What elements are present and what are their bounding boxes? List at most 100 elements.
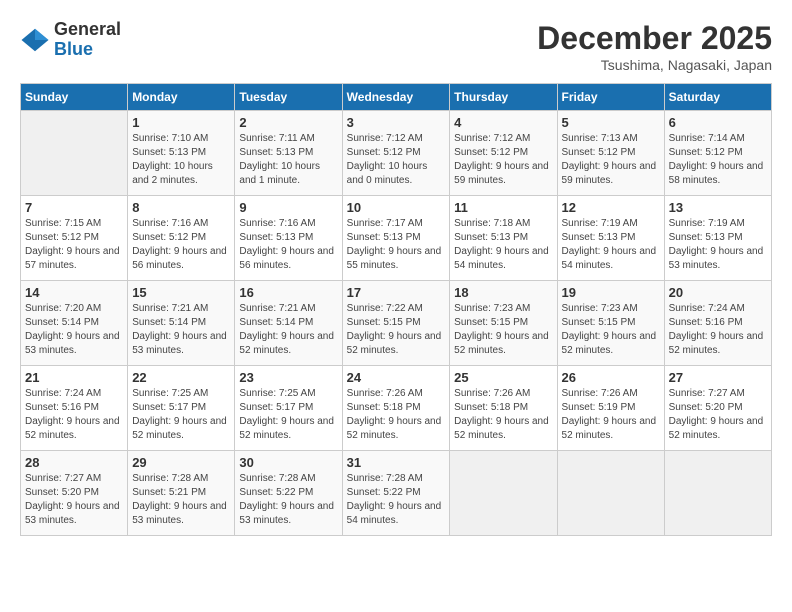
calendar-cell: 17 Sunrise: 7:22 AMSunset: 5:15 PMDayligh… [342,281,450,366]
day-number: 25 [454,370,552,385]
calendar-cell: 12 Sunrise: 7:19 AMSunset: 5:13 PMDayligh… [557,196,664,281]
calendar-cell [664,451,771,536]
day-info: Sunrise: 7:28 AMSunset: 5:22 PMDaylight:… [239,472,337,528]
day-info: Sunrise: 7:24 AMSunset: 5:16 PMDaylight:… [25,387,123,443]
logo: General Blue [20,20,121,60]
month-title: December 2025 [537,20,772,57]
day-info: Sunrise: 7:26 AMSunset: 5:18 PMDaylight:… [347,387,446,443]
day-number: 14 [25,285,123,300]
day-info: Sunrise: 7:13 AMSunset: 5:12 PMDaylight:… [562,132,660,188]
day-number: 6 [669,115,767,130]
calendar-cell: 30 Sunrise: 7:28 AMSunset: 5:22 PMDayligh… [235,451,342,536]
day-number: 21 [25,370,123,385]
day-number: 23 [239,370,337,385]
day-number: 11 [454,200,552,215]
day-info: Sunrise: 7:27 AMSunset: 5:20 PMDaylight:… [25,472,123,528]
calendar-cell: 22Sunrise: 7:25 AMSunset: 5:17 PMDayligh… [128,366,235,451]
calendar-cell: 21 Sunrise: 7:24 AMSunset: 5:16 PMDayligh… [21,366,128,451]
location: Tsushima, Nagasaki, Japan [537,57,772,73]
weekday-header: Friday [557,84,664,111]
day-info: Sunrise: 7:21 AMSunset: 5:14 PMDaylight:… [132,302,230,358]
day-number: 24 [347,370,446,385]
calendar-cell: 31Sunrise: 7:28 AMSunset: 5:22 PMDayligh… [342,451,450,536]
calendar-cell: 13 Sunrise: 7:19 AMSunset: 5:13 PMDayligh… [664,196,771,281]
calendar-week-row: 14Sunrise: 7:20 AMSunset: 5:14 PMDayligh… [21,281,772,366]
day-number: 12 [562,200,660,215]
calendar-cell: 24 Sunrise: 7:26 AMSunset: 5:18 PMDayligh… [342,366,450,451]
weekday-header: Thursday [450,84,557,111]
calendar-week-row: 7 Sunrise: 7:15 AMSunset: 5:12 PMDaylight… [21,196,772,281]
day-number: 8 [132,200,230,215]
day-info: Sunrise: 7:23 AMSunset: 5:15 PMDaylight:… [454,302,552,358]
calendar-week-row: 28Sunrise: 7:27 AMSunset: 5:20 PMDayligh… [21,451,772,536]
day-info: Sunrise: 7:25 AMSunset: 5:17 PMDaylight:… [239,387,337,443]
calendar-cell: 28Sunrise: 7:27 AMSunset: 5:20 PMDayligh… [21,451,128,536]
day-number: 1 [132,115,230,130]
day-info: Sunrise: 7:15 AMSunset: 5:12 PMDaylight:… [25,217,123,273]
day-number: 13 [669,200,767,215]
day-number: 22 [132,370,230,385]
weekday-header-row: SundayMondayTuesdayWednesdayThursdayFrid… [21,84,772,111]
logo-general: General [54,20,121,40]
day-info: Sunrise: 7:27 AMSunset: 5:20 PMDaylight:… [669,387,767,443]
day-info: Sunrise: 7:26 AMSunset: 5:18 PMDaylight:… [454,387,552,443]
calendar-cell: 10 Sunrise: 7:17 AMSunset: 5:13 PMDayligh… [342,196,450,281]
calendar-cell: 29 Sunrise: 7:28 AMSunset: 5:21 PMDayligh… [128,451,235,536]
calendar: SundayMondayTuesdayWednesdayThursdayFrid… [20,83,772,536]
day-info: Sunrise: 7:28 AMSunset: 5:21 PMDaylight:… [132,472,230,528]
calendar-cell: 27 Sunrise: 7:27 AMSunset: 5:20 PMDayligh… [664,366,771,451]
day-info: Sunrise: 7:12 AMSunset: 5:12 PMDaylight:… [347,132,446,188]
weekday-header: Monday [128,84,235,111]
calendar-cell: 6Sunrise: 7:14 AMSunset: 5:12 PMDaylight… [664,111,771,196]
day-number: 29 [132,455,230,470]
weekday-header: Wednesday [342,84,450,111]
calendar-cell: 25 Sunrise: 7:26 AMSunset: 5:18 PMDayligh… [450,366,557,451]
day-info: Sunrise: 7:19 AMSunset: 5:13 PMDaylight:… [669,217,767,273]
day-info: Sunrise: 7:28 AMSunset: 5:22 PMDaylight:… [347,472,446,528]
day-info: Sunrise: 7:11 AMSunset: 5:13 PMDaylight:… [239,132,337,188]
day-number: 26 [562,370,660,385]
day-info: Sunrise: 7:16 AMSunset: 5:12 PMDaylight:… [132,217,230,273]
calendar-cell: 5Sunrise: 7:13 AMSunset: 5:12 PMDaylight… [557,111,664,196]
day-info: Sunrise: 7:24 AMSunset: 5:16 PMDaylight:… [669,302,767,358]
calendar-cell: 26 Sunrise: 7:26 AMSunset: 5:19 PMDayligh… [557,366,664,451]
day-number: 7 [25,200,123,215]
day-info: Sunrise: 7:17 AMSunset: 5:13 PMDaylight:… [347,217,446,273]
calendar-cell: 7 Sunrise: 7:15 AMSunset: 5:12 PMDaylight… [21,196,128,281]
day-number: 30 [239,455,337,470]
day-number: 27 [669,370,767,385]
calendar-cell: 19Sunrise: 7:23 AMSunset: 5:15 PMDayligh… [557,281,664,366]
day-info: Sunrise: 7:26 AMSunset: 5:19 PMDaylight:… [562,387,660,443]
calendar-cell [557,451,664,536]
day-number: 10 [347,200,446,215]
weekday-header: Sunday [21,84,128,111]
calendar-cell: 3 Sunrise: 7:12 AMSunset: 5:12 PMDaylight… [342,111,450,196]
day-info: Sunrise: 7:18 AMSunset: 5:13 PMDaylight:… [454,217,552,273]
day-number: 20 [669,285,767,300]
calendar-cell: 14Sunrise: 7:20 AMSunset: 5:14 PMDayligh… [21,281,128,366]
calendar-cell: 11 Sunrise: 7:18 AMSunset: 5:13 PMDayligh… [450,196,557,281]
logo-blue: Blue [54,40,121,60]
day-number: 15 [132,285,230,300]
day-number: 4 [454,115,552,130]
calendar-cell: 2 Sunrise: 7:11 AMSunset: 5:13 PMDaylight… [235,111,342,196]
calendar-cell: 23 Sunrise: 7:25 AMSunset: 5:17 PMDayligh… [235,366,342,451]
day-number: 18 [454,285,552,300]
page-header: General Blue December 2025 Tsushima, Nag… [20,20,772,73]
day-info: Sunrise: 7:22 AMSunset: 5:15 PMDaylight:… [347,302,446,358]
day-number: 9 [239,200,337,215]
day-number: 3 [347,115,446,130]
calendar-week-row: 21 Sunrise: 7:24 AMSunset: 5:16 PMDayligh… [21,366,772,451]
calendar-cell: 20 Sunrise: 7:24 AMSunset: 5:16 PMDayligh… [664,281,771,366]
calendar-cell: 4Sunrise: 7:12 AMSunset: 5:12 PMDaylight… [450,111,557,196]
calendar-cell [450,451,557,536]
calendar-cell: 9 Sunrise: 7:16 AMSunset: 5:13 PMDaylight… [235,196,342,281]
day-info: Sunrise: 7:23 AMSunset: 5:15 PMDaylight:… [562,302,660,358]
calendar-cell: 8 Sunrise: 7:16 AMSunset: 5:12 PMDaylight… [128,196,235,281]
day-number: 2 [239,115,337,130]
day-info: Sunrise: 7:19 AMSunset: 5:13 PMDaylight:… [562,217,660,273]
calendar-week-row: 1Sunrise: 7:10 AMSunset: 5:13 PMDaylight… [21,111,772,196]
calendar-cell: 16Sunrise: 7:21 AMSunset: 5:14 PMDayligh… [235,281,342,366]
day-number: 17 [347,285,446,300]
day-info: Sunrise: 7:16 AMSunset: 5:13 PMDaylight:… [239,217,337,273]
